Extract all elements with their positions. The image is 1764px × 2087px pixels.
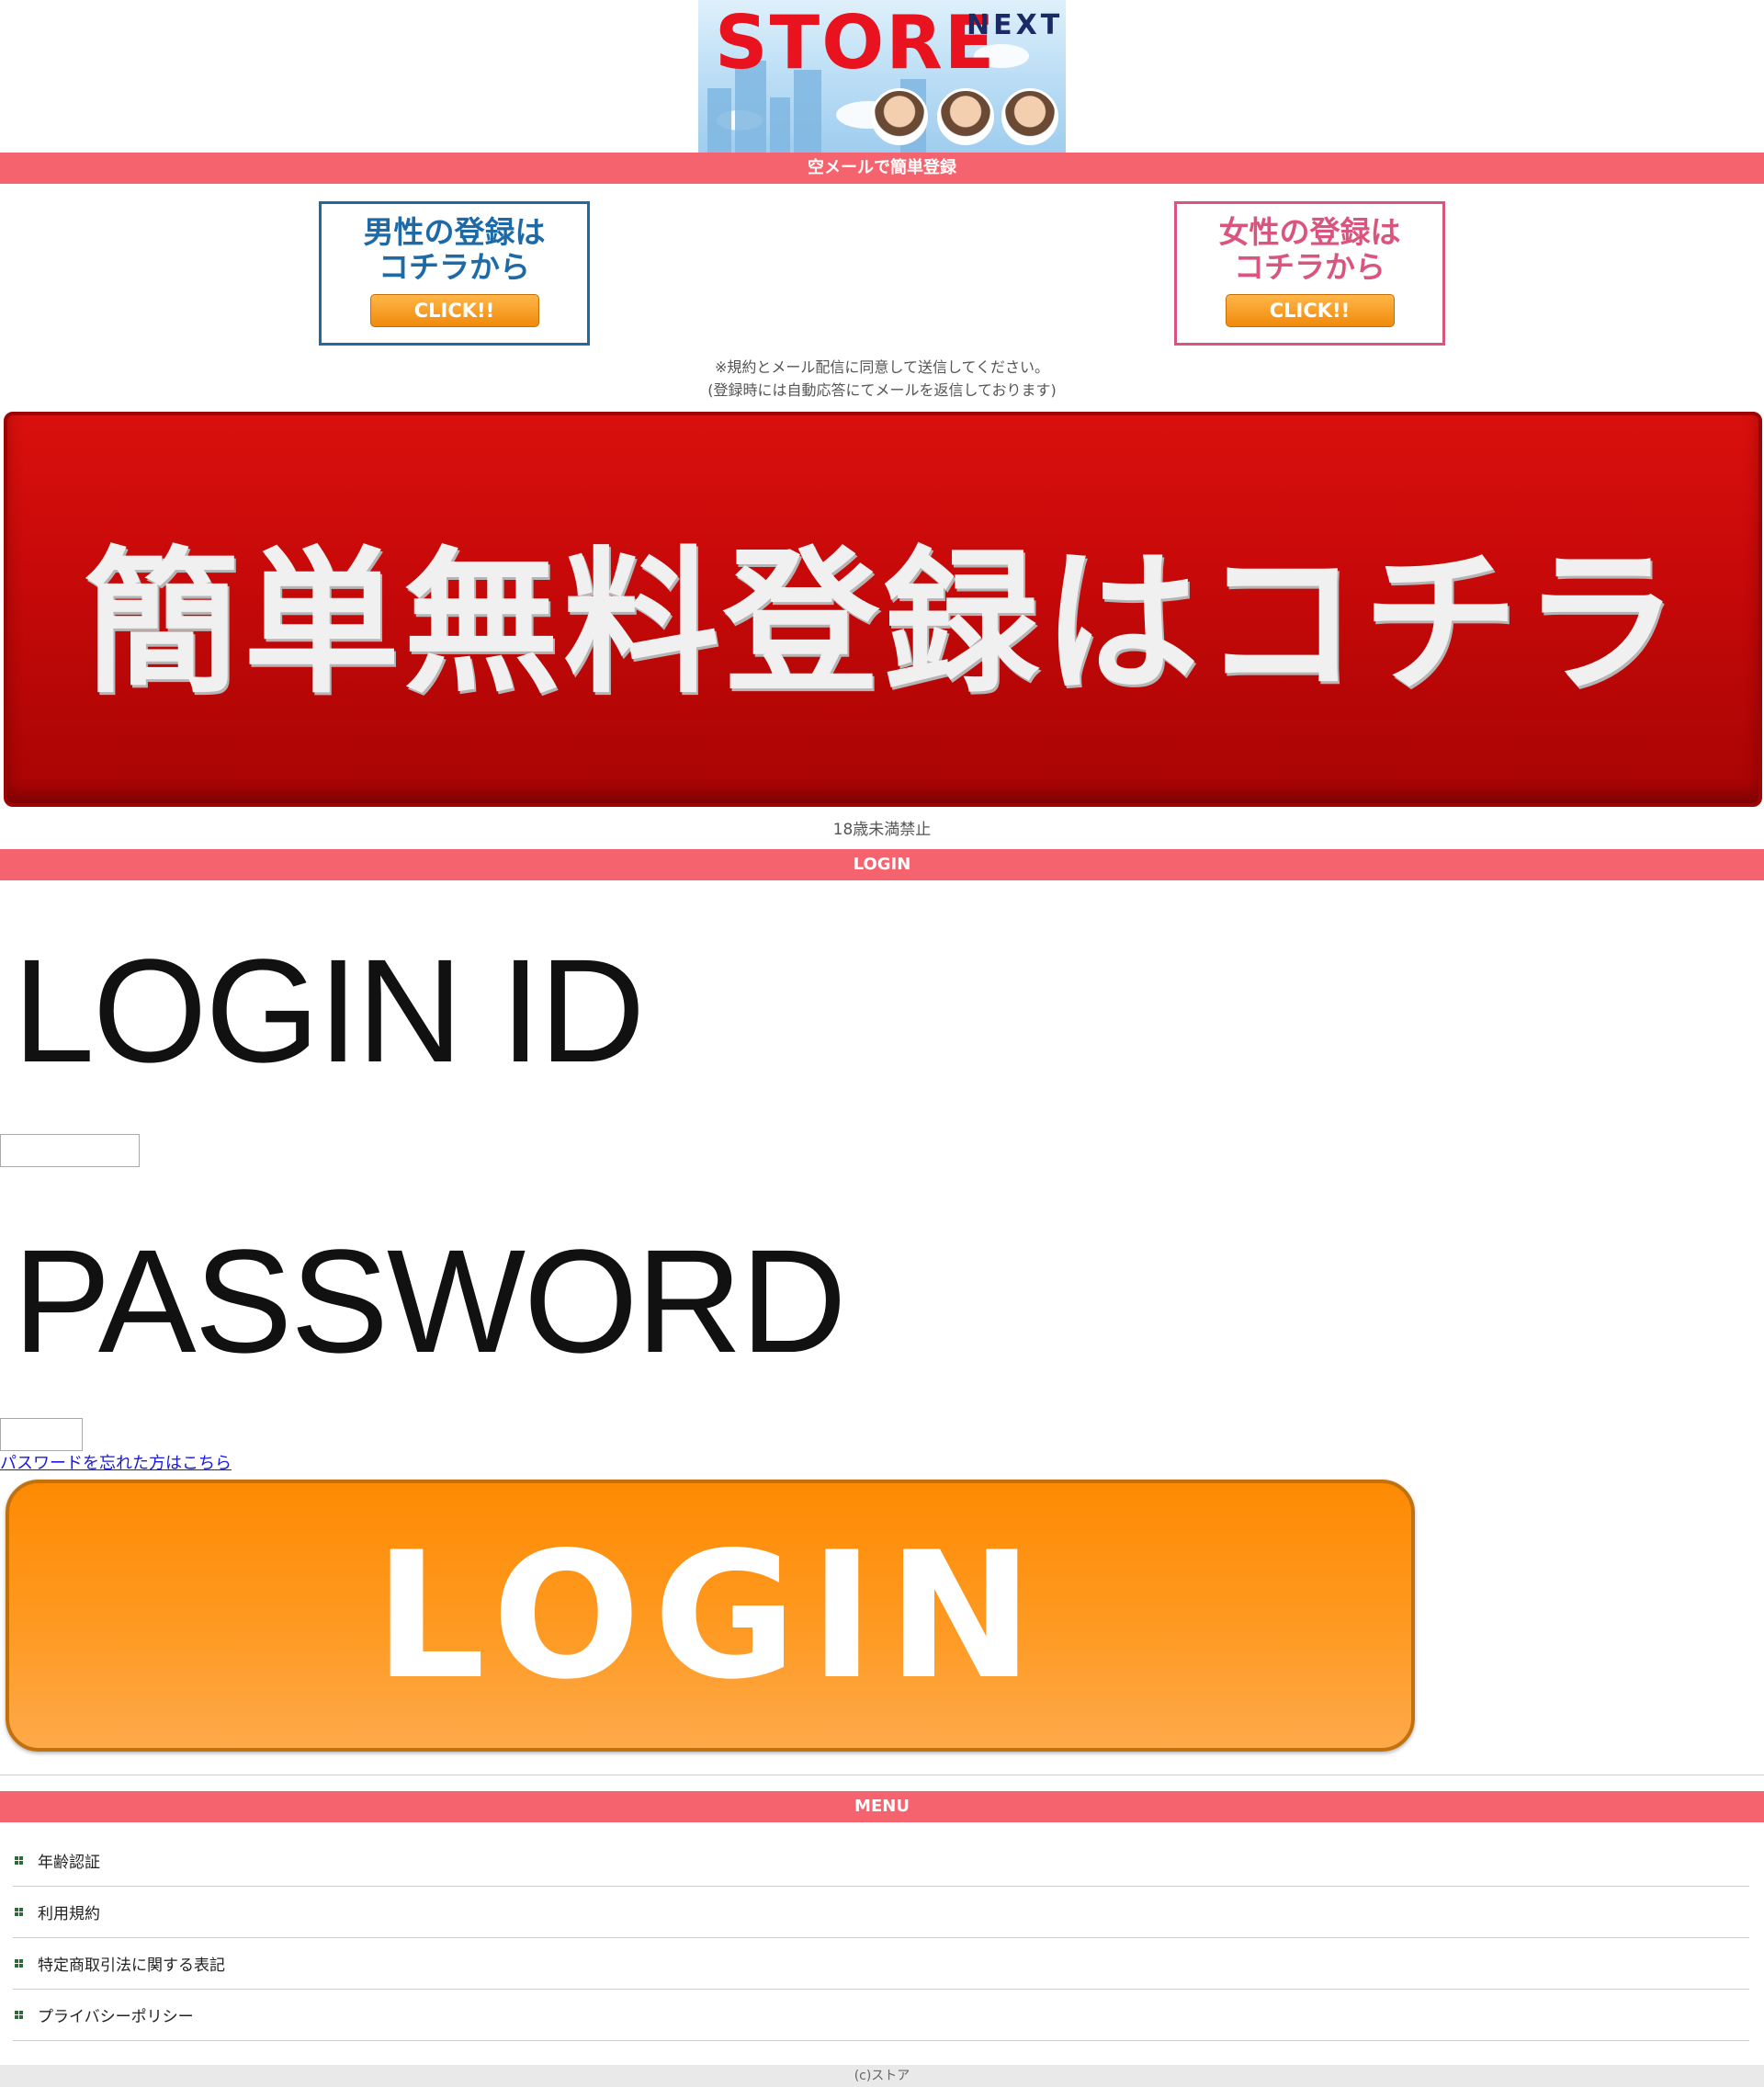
- bullet-icon: [15, 1908, 23, 1916]
- menu-list: 年齢認証 利用規約 特定商取引法に関する表記 プライバシーポリシー: [13, 1835, 1749, 2041]
- logo-next-text: NEXT: [967, 9, 1064, 41]
- male-register-box[interactable]: 男性の登録は コチラから CLICK!!: [319, 201, 590, 346]
- menu-item-label: 年齢認証: [38, 1854, 100, 1872]
- building-decoration: [770, 97, 790, 153]
- menu-item-terms[interactable]: 利用規約: [13, 1887, 1749, 1938]
- female-click-button[interactable]: CLICK!!: [1225, 294, 1395, 327]
- male-click-button[interactable]: CLICK!!: [369, 294, 539, 327]
- free-register-banner[interactable]: 簡単無料登録はコチラ: [4, 412, 1762, 807]
- male-register-line2: コチラから: [379, 249, 530, 285]
- menu-item-commercial-law[interactable]: 特定商取引法に関する表記: [13, 1938, 1749, 1990]
- menu-item-privacy-policy[interactable]: プライバシーポリシー: [13, 1990, 1749, 2041]
- menu-item-age-verification[interactable]: 年齢認証: [13, 1835, 1749, 1887]
- building-decoration: [707, 88, 731, 153]
- password-label: PASSWORD: [13, 1219, 847, 1383]
- login-button[interactable]: LOGIN: [6, 1480, 1415, 1752]
- free-register-banner-text: 簡単無料登録はコチラ: [83, 533, 1682, 715]
- female-register-box[interactable]: 女性の登録は コチラから CLICK!!: [1174, 201, 1445, 346]
- password-input[interactable]: [0, 1418, 83, 1451]
- menu-item-label: 利用規約: [38, 1905, 100, 1923]
- person-photo: [1001, 88, 1058, 145]
- bullet-icon: [15, 2011, 23, 2019]
- login-id-label: LOGIN ID: [13, 928, 645, 1093]
- bullet-icon: [15, 1959, 23, 1968]
- section-bar-menu: MENU: [0, 1791, 1764, 1822]
- female-register-line2: コチラから: [1234, 249, 1385, 285]
- person-photo: [937, 88, 994, 145]
- bullet-icon: [15, 1856, 23, 1865]
- section-bar-login: LOGIN: [0, 849, 1764, 880]
- male-register-line1: 男性の登録は: [363, 214, 546, 250]
- site-logo[interactable]: STORE NEXT: [698, 0, 1066, 153]
- logo-store-text: STORE: [715, 0, 997, 85]
- login-id-input[interactable]: [0, 1134, 140, 1167]
- female-register-line1: 女性の登録は: [1218, 214, 1401, 250]
- section-bar-register: 空メールで簡単登録: [0, 153, 1764, 184]
- register-note-line2: (登録時には自動応答にてメールを返信しております): [707, 381, 1057, 399]
- age-restriction-notice: 18歳未満禁止: [832, 821, 932, 839]
- register-note-line1: ※規約とメール配信に同意して送信してください。: [715, 358, 1049, 376]
- menu-item-label: 特定商取引法に関する表記: [38, 1957, 225, 1975]
- forgot-password-link[interactable]: パスワードを忘れた方はこちら: [0, 1450, 232, 1474]
- menu-item-label: プライバシーポリシー: [38, 2008, 194, 2026]
- login-button-label: LOGIN: [374, 1514, 1046, 1718]
- person-photo: [871, 88, 928, 145]
- footer-copyright: (c)ストア: [0, 2065, 1764, 2087]
